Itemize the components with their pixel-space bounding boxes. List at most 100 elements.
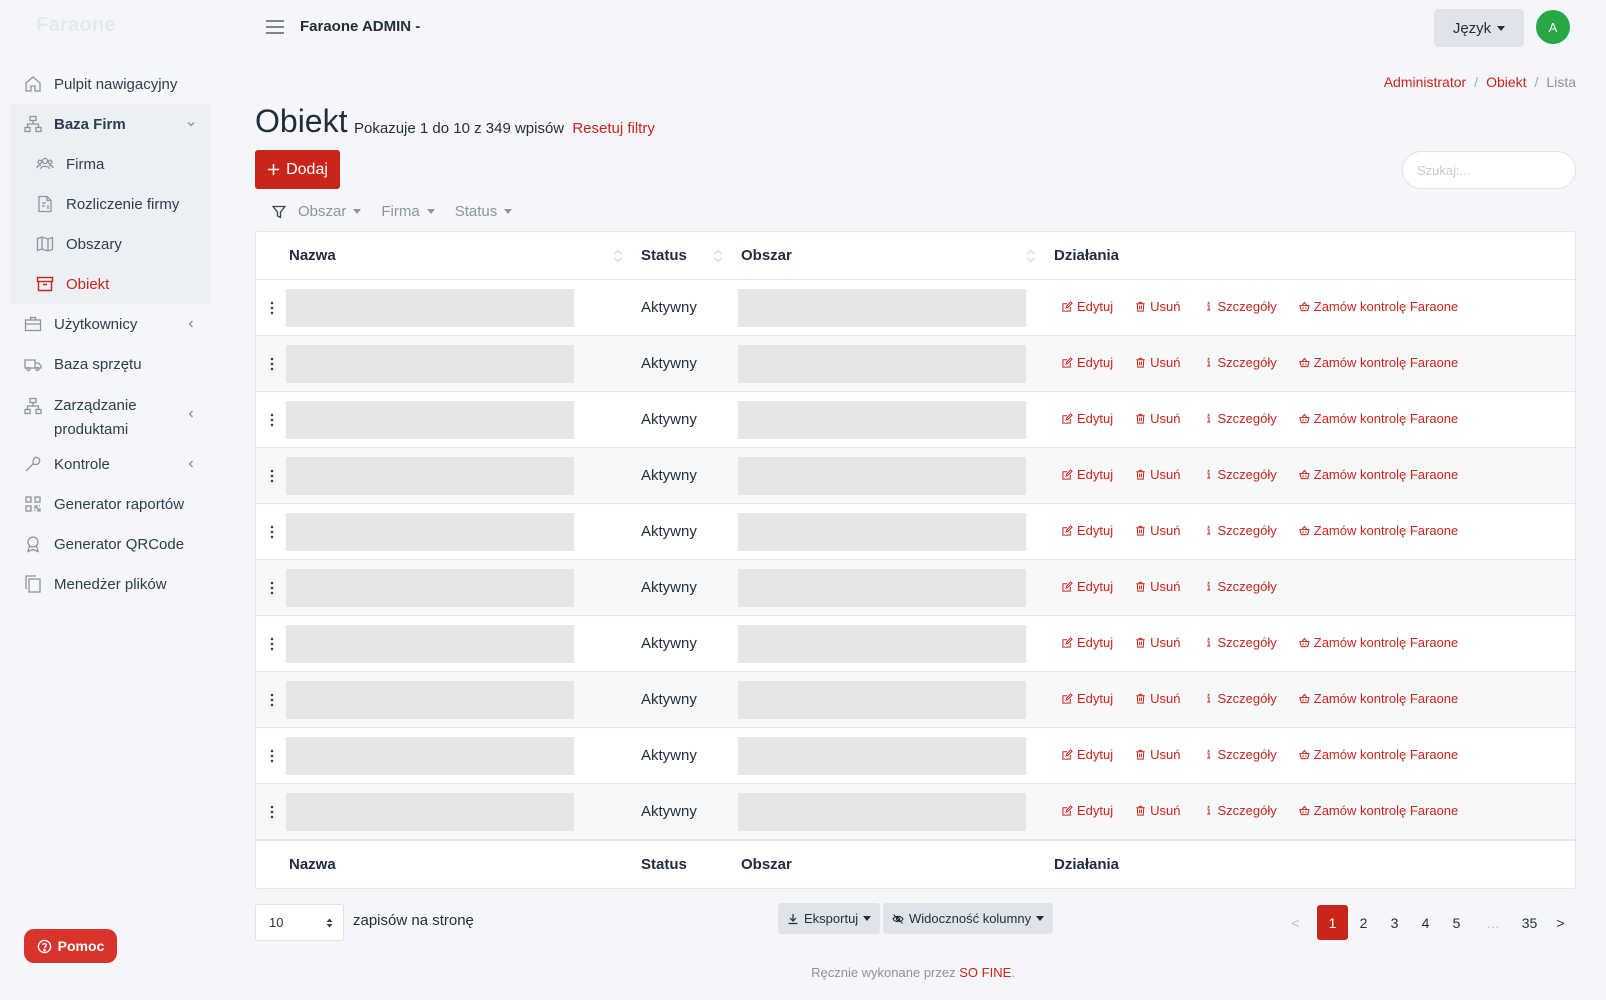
sidebar-item-report-generator[interactable]: Generator raportów bbox=[10, 484, 210, 524]
filter-company-dropdown[interactable]: Firma bbox=[381, 203, 435, 220]
language-dropdown[interactable]: Język bbox=[1434, 9, 1524, 47]
details-action[interactable]: Szczegóły bbox=[1203, 691, 1277, 706]
kebab-menu-icon[interactable] bbox=[268, 412, 276, 428]
sidebar-item-product-management[interactable]: Zarządzanie produktami bbox=[10, 384, 210, 444]
sidebar-item-company-billing[interactable]: Rozliczenie firmy bbox=[10, 184, 210, 224]
delete-action[interactable]: Usuń bbox=[1135, 523, 1181, 538]
edit-action[interactable]: Edytuj bbox=[1062, 635, 1113, 650]
column-header-area[interactable]: Obszar bbox=[741, 247, 792, 264]
caret-down-icon bbox=[1497, 25, 1506, 31]
pagination-page-4[interactable]: 4 bbox=[1410, 905, 1441, 940]
kebab-menu-icon[interactable] bbox=[268, 524, 276, 540]
sort-icon[interactable] bbox=[1026, 248, 1036, 264]
pagination-page-5[interactable]: 5 bbox=[1441, 905, 1472, 940]
details-action[interactable]: Szczegóły bbox=[1203, 411, 1277, 426]
sidebar-item-equipment[interactable]: Baza sprzętu bbox=[10, 344, 210, 384]
column-header-status[interactable]: Status bbox=[641, 247, 687, 264]
order-inspection-action[interactable]: Zamów kontrolę Faraone bbox=[1299, 635, 1458, 650]
delete-action[interactable]: Usuń bbox=[1135, 299, 1181, 314]
pagination-page-1[interactable]: 1 bbox=[1317, 905, 1348, 940]
pagination-next[interactable]: > bbox=[1545, 905, 1576, 940]
order-inspection-action[interactable]: Zamów kontrolę Faraone bbox=[1299, 747, 1458, 762]
edit-action[interactable]: Edytuj bbox=[1062, 299, 1113, 314]
sidebar-item-areas[interactable]: Obszary bbox=[10, 224, 210, 264]
row-actions: Edytuj Usuń Szczegóły Zamów kontrolę Faraon… bbox=[1062, 523, 1480, 538]
export-button[interactable]: Eksportuj bbox=[778, 903, 881, 934]
breadcrumb-object[interactable]: Obiekt bbox=[1486, 74, 1526, 90]
details-action[interactable]: Szczegóły bbox=[1203, 635, 1277, 650]
kebab-menu-icon[interactable] bbox=[268, 748, 276, 764]
brand-logo[interactable]: Faraone bbox=[36, 14, 116, 37]
edit-action[interactable]: Edytuj bbox=[1062, 691, 1113, 706]
sidebar-item-object[interactable]: Obiekt bbox=[10, 264, 210, 304]
column-visibility-button[interactable]: Widoczność kolumny bbox=[883, 903, 1054, 934]
delete-action[interactable]: Usuń bbox=[1135, 691, 1181, 706]
edit-action[interactable]: Edytuj bbox=[1062, 467, 1113, 482]
sidebar-item-qrcode-generator[interactable]: Generator QRCode bbox=[10, 524, 210, 564]
kebab-menu-icon[interactable] bbox=[268, 692, 276, 708]
details-action[interactable]: Szczegóły bbox=[1203, 803, 1277, 818]
footer-link[interactable]: SO FINE bbox=[959, 965, 1011, 980]
sidebar-item-inspections[interactable]: Kontrole bbox=[10, 444, 210, 484]
details-action[interactable]: Szczegóły bbox=[1203, 355, 1277, 370]
order-inspection-action[interactable]: Zamów kontrolę Faraone bbox=[1299, 523, 1458, 538]
per-page-select[interactable]: 10 bbox=[255, 904, 344, 941]
pagination-page-last[interactable]: 35 bbox=[1514, 905, 1545, 940]
edit-action[interactable]: Edytuj bbox=[1062, 579, 1113, 594]
delete-action[interactable]: Usuń bbox=[1135, 355, 1181, 370]
app-title: Faraone ADMIN - bbox=[300, 18, 421, 35]
details-action[interactable]: Szczegóły bbox=[1203, 747, 1277, 762]
avatar[interactable]: A bbox=[1536, 10, 1570, 44]
sidebar-item-users[interactable]: Użytkownicy bbox=[10, 304, 210, 344]
edit-action[interactable]: Edytuj bbox=[1062, 411, 1113, 426]
delete-action[interactable]: Usuń bbox=[1135, 803, 1181, 818]
details-action[interactable]: Szczegóły bbox=[1203, 523, 1277, 538]
sidebar-item-company-base[interactable]: Baza Firm bbox=[10, 104, 210, 144]
delete-action[interactable]: Usuń bbox=[1135, 467, 1181, 482]
edit-action[interactable]: Edytuj bbox=[1062, 747, 1113, 762]
reset-filters-link[interactable]: Resetuj filtry bbox=[572, 120, 655, 137]
sidebar-item-company[interactable]: Firma bbox=[10, 144, 210, 184]
delete-action[interactable]: Usuń bbox=[1135, 411, 1181, 426]
details-action[interactable]: Szczegóły bbox=[1203, 579, 1277, 594]
edit-action[interactable]: Edytuj bbox=[1062, 355, 1113, 370]
name-placeholder bbox=[286, 681, 574, 719]
delete-action[interactable]: Usuń bbox=[1135, 747, 1181, 762]
sidebar-item-file-manager[interactable]: Menedżer plików bbox=[10, 564, 210, 604]
pagination-page-2[interactable]: 2 bbox=[1348, 905, 1379, 940]
column-header-name[interactable]: Nazwa bbox=[289, 247, 336, 264]
delete-action[interactable]: Usuń bbox=[1135, 579, 1181, 594]
edit-action[interactable]: Edytuj bbox=[1062, 523, 1113, 538]
sidebar-item-dashboard[interactable]: Pulpit nawigacyjny bbox=[10, 64, 210, 104]
help-button-label: Pomoc bbox=[57, 938, 105, 954]
details-action[interactable]: Szczegóły bbox=[1203, 299, 1277, 314]
pagination-page-3[interactable]: 3 bbox=[1379, 905, 1410, 940]
order-inspection-action[interactable]: Zamów kontrolę Faraone bbox=[1299, 467, 1458, 482]
order-inspection-action[interactable]: Zamów kontrolę Faraone bbox=[1299, 691, 1458, 706]
table-row: Aktywny Edytuj Usuń Szczegóły Zamów kontrolę… bbox=[256, 728, 1575, 784]
kebab-menu-icon[interactable] bbox=[268, 580, 276, 596]
order-inspection-action[interactable]: Zamów kontrolę Faraone bbox=[1299, 299, 1458, 314]
sort-icon[interactable] bbox=[713, 248, 723, 264]
order-inspection-action[interactable]: Zamów kontrolę Faraone bbox=[1299, 411, 1458, 426]
breadcrumb-administrator[interactable]: Administrator bbox=[1384, 74, 1466, 90]
details-action[interactable]: Szczegóły bbox=[1203, 467, 1277, 482]
order-inspection-action[interactable]: Zamów kontrolę Faraone bbox=[1299, 355, 1458, 370]
kebab-menu-icon[interactable] bbox=[268, 356, 276, 372]
help-button[interactable]: Pomoc bbox=[24, 929, 117, 963]
delete-action[interactable]: Usuń bbox=[1135, 635, 1181, 650]
chevron-down-icon bbox=[187, 122, 195, 127]
filter-status-dropdown[interactable]: Status bbox=[455, 203, 513, 220]
kebab-menu-icon[interactable] bbox=[268, 804, 276, 820]
sort-icon[interactable] bbox=[613, 248, 623, 264]
edit-action[interactable]: Edytuj bbox=[1062, 803, 1113, 818]
hamburger-menu-icon[interactable] bbox=[265, 18, 285, 36]
filter-area-dropdown[interactable]: Obszar bbox=[298, 203, 362, 220]
kebab-menu-icon[interactable] bbox=[268, 468, 276, 484]
add-button[interactable]: Dodaj bbox=[255, 150, 340, 189]
order-inspection-action[interactable]: Zamów kontrolę Faraone bbox=[1299, 803, 1458, 818]
kebab-menu-icon[interactable] bbox=[268, 300, 276, 316]
kebab-menu-icon[interactable] bbox=[268, 636, 276, 652]
pagination-prev[interactable]: < bbox=[1280, 905, 1311, 940]
search-input[interactable] bbox=[1402, 151, 1576, 189]
